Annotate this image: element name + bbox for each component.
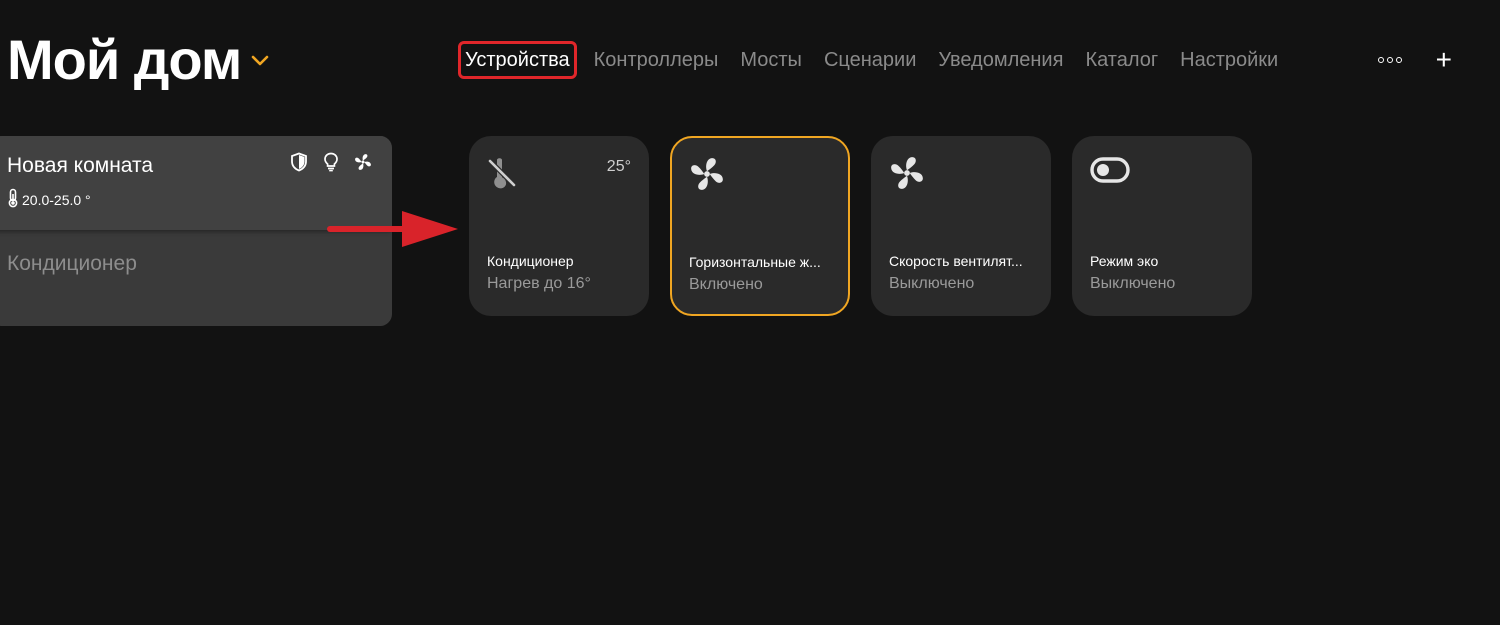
device-tiles: 25° Кондиционер Нагрев до 16° Горизонтал… — [469, 136, 1252, 316]
header-actions: + — [1377, 46, 1452, 74]
fan-icon — [689, 156, 725, 197]
toggle-icon — [1090, 155, 1130, 190]
device-tile-horizontal-louvers[interactable]: Горизонтальные ж... Включено — [670, 136, 850, 316]
room-device-name: Кондиционер — [7, 252, 137, 275]
tab-scenarios[interactable]: Сценарии — [813, 40, 927, 80]
device-state: Выключено — [1090, 275, 1176, 292]
device-state: Выключено — [889, 275, 975, 292]
tab-controllers[interactable]: Контроллеры — [583, 40, 730, 80]
device-temperature: 25° — [606, 158, 631, 175]
annotation-arrow — [326, 208, 460, 255]
device-tile-fan-speed[interactable]: Скорость вентилят... Выключено — [871, 136, 1051, 316]
tab-bridges[interactable]: Мосты — [729, 40, 813, 80]
tab-notifications[interactable]: Уведомления — [927, 40, 1074, 80]
device-state: Нагрев до 16° — [487, 275, 591, 292]
device-state: Включено — [689, 276, 763, 293]
fan-icon — [354, 152, 372, 172]
home-title: Мой дом — [7, 28, 242, 91]
more-options-icon[interactable] — [1377, 46, 1402, 74]
device-name: Кондиционер — [487, 253, 574, 269]
bulb-icon — [322, 152, 340, 172]
device-name: Режим эко — [1090, 253, 1159, 269]
room-status-icons — [290, 152, 372, 172]
main-tabs: Устройства Контроллеры Мосты Сценарии Ув… — [458, 40, 1289, 80]
tab-settings[interactable]: Настройки — [1169, 40, 1289, 80]
ac-off-icon — [487, 155, 517, 196]
chevron-down-icon — [251, 54, 269, 72]
room-temp-range: 20.0-25.0 ° — [22, 191, 91, 208]
device-tile-eco-mode[interactable]: Режим эко Выключено — [1072, 136, 1252, 316]
tab-devices[interactable]: Устройства — [458, 41, 577, 79]
home-selector[interactable]: Мой дом — [7, 28, 269, 92]
device-name: Горизонтальные ж... — [689, 254, 821, 270]
room-temperature: 20.0-25.0 ° — [7, 188, 91, 211]
shield-icon — [290, 152, 308, 172]
device-name: Скорость вентилят... — [889, 253, 1023, 269]
page: Мой дом Устройства Контроллеры Мосты Сце… — [0, 0, 1500, 625]
device-tile-ac[interactable]: 25° Кондиционер Нагрев до 16° — [469, 136, 649, 316]
room-name: Новая комната — [7, 154, 154, 177]
tab-catalog[interactable]: Каталог — [1074, 40, 1169, 80]
thermometer-icon — [7, 188, 19, 211]
add-button[interactable]: + — [1436, 46, 1452, 74]
fan-icon — [889, 155, 925, 196]
